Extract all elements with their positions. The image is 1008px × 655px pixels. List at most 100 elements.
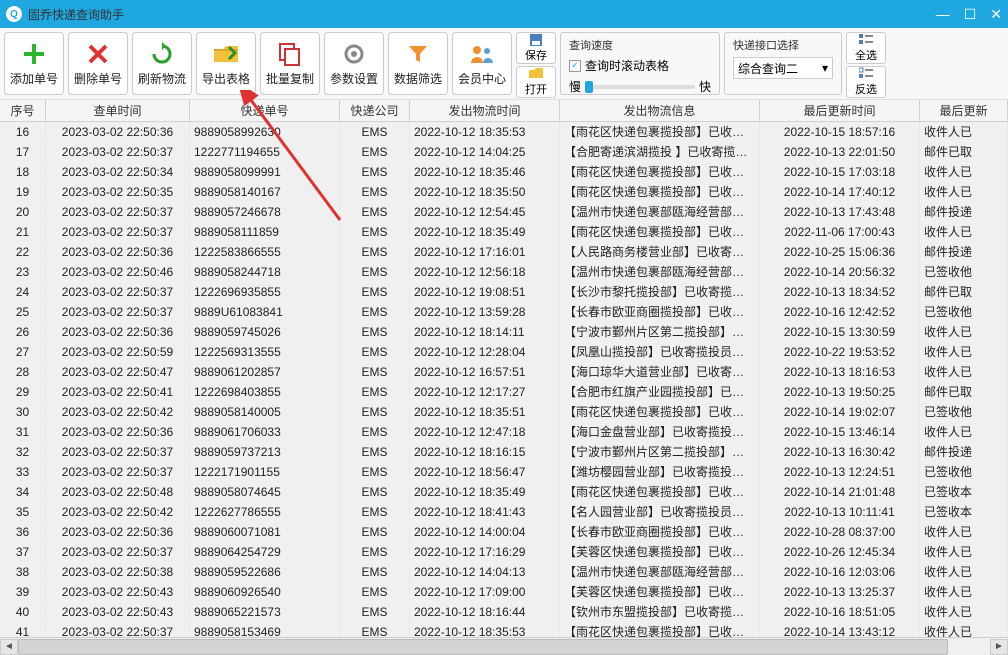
cell-number: 38 xyxy=(0,562,46,581)
col-last-info[interactable]: 最后更新 xyxy=(920,100,1008,121)
cell-out-time: 2022-10-12 18:41:43 xyxy=(410,502,560,521)
cell-last-time: 2022-10-15 18:57:16 xyxy=(760,122,920,141)
table-row[interactable]: 312023-03-02 22:50:369889061706033EMS202… xyxy=(0,422,1008,442)
add-button[interactable]: 添加单号 xyxy=(4,32,64,95)
col-company[interactable]: 快递公司 xyxy=(340,100,410,121)
cell-query-time: 2023-03-02 22:50:41 xyxy=(46,382,190,401)
cell-number: 39 xyxy=(0,582,46,601)
table-row[interactable]: 242023-03-02 22:50:371222696935855EMS202… xyxy=(0,282,1008,302)
table-row[interactable]: 262023-03-02 22:50:369889059745026EMS202… xyxy=(0,322,1008,342)
table-row[interactable]: 182023-03-02 22:50:349889058099991EMS202… xyxy=(0,162,1008,182)
cell-out-time: 2022-10-12 18:35:49 xyxy=(410,222,560,241)
cell-company: EMS xyxy=(340,462,410,481)
table-header: 序号 查单时间 快递单号 快递公司 发出物流时间 发出物流信息 最后更新时间 最… xyxy=(0,100,1008,122)
cell-company: EMS xyxy=(340,502,410,521)
cell-company: EMS xyxy=(340,122,410,141)
save-button[interactable]: 保存 xyxy=(516,32,556,64)
select-all-button[interactable]: 全选 xyxy=(846,32,886,64)
table-row[interactable]: 302023-03-02 22:50:429889058140005EMS202… xyxy=(0,402,1008,422)
table-row[interactable]: 172023-03-02 22:50:371222771194655EMS202… xyxy=(0,142,1008,162)
scrollbar-horizontal[interactable]: ◄ ► xyxy=(0,637,1008,655)
slider-thumb[interactable] xyxy=(585,81,593,93)
cell-last-time: 2022-10-13 16:30:42 xyxy=(760,442,920,461)
table-row[interactable]: 272023-03-02 22:50:591222569313555EMS202… xyxy=(0,342,1008,362)
cell-company: EMS xyxy=(340,542,410,561)
params-button[interactable]: 参数设置 xyxy=(324,32,384,95)
cell-tracking-no: 1222583866555 xyxy=(190,242,340,261)
delete-button[interactable]: 删除单号 xyxy=(68,32,128,95)
cell-out-time: 2022-10-12 17:16:01 xyxy=(410,242,560,261)
close-button[interactable]: ✕ xyxy=(990,6,1002,23)
cell-number: 25 xyxy=(0,302,46,321)
cell-last-info: 收件人已 xyxy=(920,582,1008,601)
interface-group: 快递接口选择 综合查询二 ▾ xyxy=(724,32,842,95)
table-row[interactable]: 402023-03-02 22:50:439889065221573EMS202… xyxy=(0,602,1008,622)
refresh-button[interactable]: 刷新物流 xyxy=(132,32,192,95)
cell-last-time: 2022-10-13 22:01:50 xyxy=(760,142,920,161)
table-row[interactable]: 332023-03-02 22:50:371222171901155EMS202… xyxy=(0,462,1008,482)
export-button[interactable]: 导出表格 xyxy=(196,32,256,95)
col-last-time[interactable]: 最后更新时间 xyxy=(760,100,920,121)
cell-out-time: 2022-10-12 12:56:18 xyxy=(410,262,560,281)
table-row[interactable]: 362023-03-02 22:50:369889060071081EMS202… xyxy=(0,522,1008,542)
cell-out-info: 【芙蓉区快递包裹揽投部】已收… xyxy=(560,542,760,561)
cell-last-info: 已签收本 xyxy=(920,502,1008,521)
x-icon xyxy=(84,40,112,68)
table-row[interactable]: 212023-03-02 22:50:379889058111859EMS202… xyxy=(0,222,1008,242)
member-button[interactable]: 会员中心 xyxy=(452,32,512,95)
open-button[interactable]: 打开 xyxy=(516,66,556,98)
cell-company: EMS xyxy=(340,602,410,621)
scroll-track[interactable] xyxy=(18,639,990,655)
cell-query-time: 2023-03-02 22:50:48 xyxy=(46,482,190,501)
cell-out-time: 2022-10-12 12:28:04 xyxy=(410,342,560,361)
table-row[interactable]: 202023-03-02 22:50:379889057246678EMS202… xyxy=(0,202,1008,222)
cell-number: 32 xyxy=(0,442,46,461)
cell-tracking-no: 1222627786555 xyxy=(190,502,340,521)
table-row[interactable]: 282023-03-02 22:50:479889061202857EMS202… xyxy=(0,362,1008,382)
cell-last-info: 收件人已 xyxy=(920,562,1008,581)
scroll-right-button[interactable]: ► xyxy=(990,639,1008,655)
interface-select[interactable]: 综合查询二 ▾ xyxy=(733,57,833,79)
invert-button[interactable]: 反选 xyxy=(846,66,886,98)
maximize-button[interactable]: ☐ xyxy=(964,6,977,23)
table-row[interactable]: 292023-03-02 22:50:411222698403855EMS202… xyxy=(0,382,1008,402)
speed-group: 查询速度 ✓ 查询时滚动表格 慢 快 xyxy=(560,32,720,95)
table-row[interactable]: 342023-03-02 22:50:489889058074645EMS202… xyxy=(0,482,1008,502)
table-row[interactable]: 222023-03-02 22:50:361222583866555EMS202… xyxy=(0,242,1008,262)
table-row[interactable]: 382023-03-02 22:50:389889059522686EMS202… xyxy=(0,562,1008,582)
col-query-time[interactable]: 查单时间 xyxy=(46,100,190,121)
cell-number: 40 xyxy=(0,602,46,621)
cell-tracking-no: 9889058111859 xyxy=(190,222,340,241)
copy-button[interactable]: 批量复制 xyxy=(260,32,320,95)
scroll-thumb[interactable] xyxy=(18,639,948,655)
cell-query-time: 2023-03-02 22:50:37 xyxy=(46,142,190,161)
cell-out-info: 【钦州市东盟揽投部】已收寄揽… xyxy=(560,602,760,621)
table-row[interactable]: 192023-03-02 22:50:359889058140167EMS202… xyxy=(0,182,1008,202)
table-row[interactable]: 352023-03-02 22:50:421222627786555EMS202… xyxy=(0,502,1008,522)
cell-query-time: 2023-03-02 22:50:37 xyxy=(46,442,190,461)
cell-number: 35 xyxy=(0,502,46,521)
minimize-button[interactable]: — xyxy=(936,6,950,23)
table-row[interactable]: 232023-03-02 22:50:469889058244718EMS202… xyxy=(0,262,1008,282)
cell-out-info: 【凤凰山揽投部】已收寄揽投员… xyxy=(560,342,760,361)
table-row[interactable]: 252023-03-02 22:50:379889U61083841EMS202… xyxy=(0,302,1008,322)
scroll-left-button[interactable]: ◄ xyxy=(0,639,18,655)
col-tracking-no[interactable]: 快递单号 xyxy=(190,100,340,121)
cell-last-info: 收件人已 xyxy=(920,322,1008,341)
cell-out-info: 【雨花区快递包裹揽投部】已收… xyxy=(560,122,760,141)
cell-last-info: 邮件已取 xyxy=(920,382,1008,401)
scroll-checkbox[interactable]: ✓ xyxy=(569,60,581,72)
cell-tracking-no: 9889060926540 xyxy=(190,582,340,601)
speed-slider[interactable] xyxy=(585,85,695,89)
col-out-info[interactable]: 发出物流信息 xyxy=(560,100,760,121)
table-row[interactable]: 322023-03-02 22:50:379889059737213EMS202… xyxy=(0,442,1008,462)
table-row[interactable]: 162023-03-02 22:50:369889058992630EMS202… xyxy=(0,122,1008,142)
col-number[interactable]: 序号 xyxy=(0,100,46,121)
table-row[interactable]: 392023-03-02 22:50:439889060926540EMS202… xyxy=(0,582,1008,602)
cell-out-info: 【人民路商务楼营业部】已收寄… xyxy=(560,242,760,261)
filter-button[interactable]: 数据筛选 xyxy=(388,32,448,95)
cell-last-info: 收件人已 xyxy=(920,162,1008,181)
col-out-time[interactable]: 发出物流时间 xyxy=(410,100,560,121)
table-row[interactable]: 372023-03-02 22:50:379889064254729EMS202… xyxy=(0,542,1008,562)
cell-out-time: 2022-10-12 12:47:18 xyxy=(410,422,560,441)
